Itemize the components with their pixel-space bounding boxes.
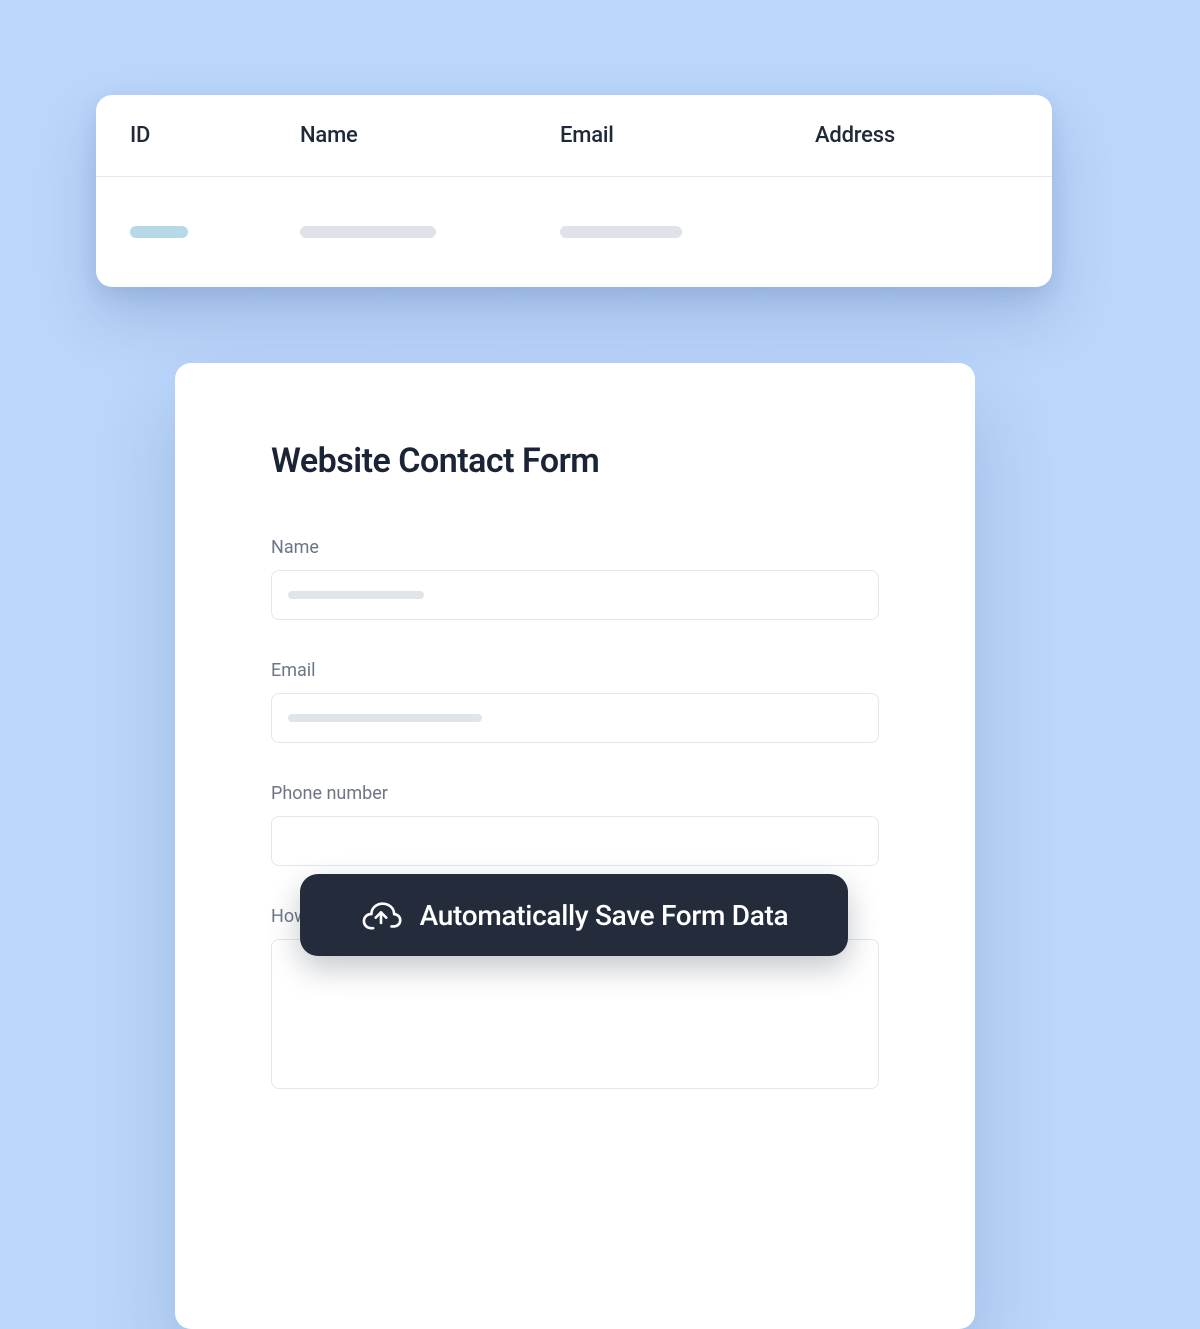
form-title: Website Contact Form: [271, 441, 879, 481]
table-header-email: Email: [560, 123, 815, 148]
how-textarea[interactable]: [271, 939, 879, 1089]
auto-save-button-label: Automatically Save Form Data: [420, 899, 789, 932]
table-header-address: Address: [815, 123, 1018, 148]
field-email: Email: [271, 660, 879, 743]
field-name: Name: [271, 537, 879, 620]
email-label: Email: [271, 660, 879, 681]
cloud-upload-icon: [360, 900, 402, 930]
table-row: [96, 177, 1052, 287]
data-table-card: ID Name Email Address: [96, 95, 1052, 287]
skeleton-id: [130, 226, 188, 238]
auto-save-button[interactable]: Automatically Save Form Data: [300, 874, 848, 956]
phone-input[interactable]: [271, 816, 879, 866]
field-phone: Phone number: [271, 783, 879, 866]
phone-label: Phone number: [271, 783, 879, 804]
contact-form-card: Website Contact Form Name Email Phone nu…: [175, 363, 975, 1329]
table-header-id: ID: [130, 123, 300, 148]
skeleton-name: [300, 226, 436, 238]
email-input[interactable]: [271, 693, 879, 743]
name-label: Name: [271, 537, 879, 558]
name-input[interactable]: [271, 570, 879, 620]
table-header-row: ID Name Email Address: [96, 95, 1052, 177]
email-placeholder: [288, 714, 482, 722]
name-placeholder: [288, 591, 424, 599]
table-header-name: Name: [300, 123, 560, 148]
skeleton-email: [560, 226, 682, 238]
